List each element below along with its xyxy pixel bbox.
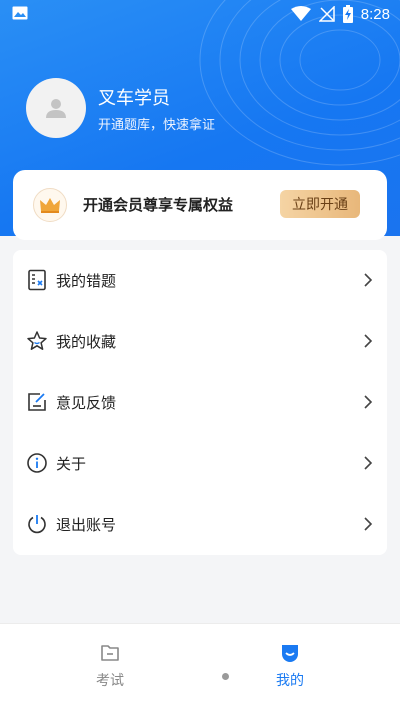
menu-item-label: 我的错题 <box>56 272 117 290</box>
menu-item-label: 意见反馈 <box>56 394 117 412</box>
wifi-icon <box>290 6 311 21</box>
chevron-right-icon <box>364 456 373 470</box>
menu-item-logout[interactable]: 退出账号 <box>13 494 387 554</box>
page-indicator-dot <box>222 673 229 680</box>
chevron-right-icon <box>364 395 373 409</box>
user-subtitle: 开通题库，快速拿证 <box>98 118 216 133</box>
smile-icon <box>282 645 298 662</box>
vip-card[interactable]: 开通会员尊享专属权益 立即开通 <box>13 170 387 240</box>
tab-label: 考试 <box>96 673 124 689</box>
battery-charging-icon <box>342 5 353 23</box>
menu-item-about[interactable]: 关于 <box>13 433 387 493</box>
crown-badge <box>33 188 67 222</box>
open-vip-button[interactable]: 立即开通 <box>280 190 360 218</box>
menu-item-label: 我的收藏 <box>56 333 117 351</box>
image-icon <box>12 6 28 20</box>
tab-exam[interactable]: 考试 <box>70 642 150 698</box>
tab-label: 我的 <box>276 673 304 689</box>
folder-icon <box>101 645 119 661</box>
menu-list: 我的错题 我的收藏 意见反馈 关于 退出账号 <box>13 250 387 555</box>
menu-item-favorites[interactable]: 我的收藏 <box>13 311 387 371</box>
crown-icon <box>40 198 60 213</box>
vip-promo-text: 开通会员尊享专属权益 <box>83 196 234 214</box>
info-icon <box>27 453 47 473</box>
chevron-right-icon <box>364 334 373 348</box>
star-icon <box>27 331 47 350</box>
chevron-right-icon <box>364 273 373 287</box>
tab-mine[interactable]: 我的 <box>250 642 330 698</box>
avatar[interactable] <box>26 78 86 138</box>
power-icon <box>28 515 46 534</box>
menu-item-label: 退出账号 <box>56 516 117 534</box>
user-name: 叉车学员 <box>98 88 170 109</box>
no-signal-icon <box>318 6 335 22</box>
bottom-tab-bar: 考试 我的 <box>0 623 400 711</box>
menu-item-label: 关于 <box>56 455 87 473</box>
chevron-right-icon <box>364 517 373 531</box>
status-bar: 8:28 <box>0 0 400 28</box>
menu-item-feedback[interactable]: 意见反馈 <box>13 372 387 432</box>
menu-item-wrong-questions[interactable]: 我的错题 <box>13 250 387 310</box>
wrong-questions-icon <box>28 269 46 291</box>
feedback-icon <box>28 393 46 411</box>
clock: 8:28 <box>360 5 390 23</box>
decorative-waves <box>199 0 400 166</box>
user-icon <box>46 99 66 118</box>
